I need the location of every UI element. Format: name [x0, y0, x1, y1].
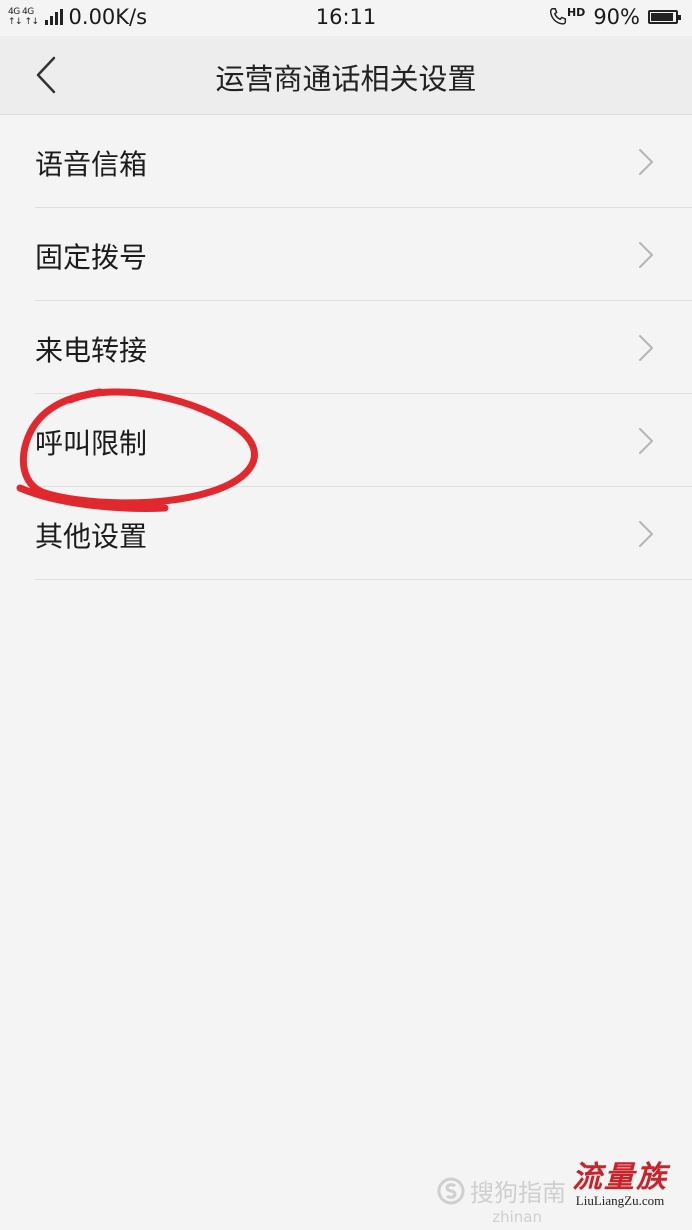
watermark-brand-text: 流量族 — [572, 1160, 668, 1195]
menu-item-call-forwarding[interactable]: 来电转接 — [0, 301, 692, 394]
battery-icon — [648, 10, 681, 24]
chevron-right-icon — [639, 149, 653, 175]
battery-percent: 90% — [593, 5, 640, 29]
battery-fill — [651, 13, 673, 21]
chevron-right-icon — [639, 335, 653, 361]
watermark-guide-sub: zhinan — [492, 1208, 542, 1226]
menu-item-fixed-dialing[interactable]: 固定拨号 — [0, 208, 692, 301]
chevron-right-icon — [639, 242, 653, 268]
divider — [35, 579, 692, 580]
watermark: 搜狗指南 流量族 LiuLiangZu.com — [436, 1162, 668, 1208]
menu-item-label: 呼叫限制 — [35, 427, 148, 460]
watermark-brand: 流量族 LiuLiangZu.com — [572, 1162, 668, 1208]
watermark-brand-url: LiuLiangZu.com — [575, 1193, 665, 1208]
page-title: 运营商通话相关设置 — [215, 62, 477, 96]
hd-call-icon: HD — [547, 6, 585, 28]
menu-item-label: 来电转接 — [35, 334, 148, 367]
menu-item-call-barring[interactable]: 呼叫限制 — [0, 394, 692, 487]
chevron-right-icon — [639, 428, 653, 454]
status-bar: 4G 4G ↑↓ ↑↓ 0.00K/s 16:11 HD 90% — [0, 0, 692, 36]
menu-item-voicemail[interactable]: 语音信箱 — [0, 115, 692, 208]
hd-label: HD — [566, 6, 586, 19]
menu-item-label: 其他设置 — [35, 520, 148, 553]
settings-list: 语音信箱 固定拨号 来电转接 呼叫限制 其他设置 — [0, 115, 692, 580]
chevron-right-icon — [639, 521, 653, 547]
watermark-guide-text: 搜狗指南 — [470, 1179, 566, 1207]
status-right: HD 90% — [547, 5, 681, 29]
watermark-guide: 搜狗指南 — [436, 1173, 566, 1208]
menu-item-label: 语音信箱 — [35, 148, 148, 181]
menu-item-other-settings[interactable]: 其他设置 — [0, 487, 692, 580]
menu-item-label: 固定拨号 — [35, 241, 148, 274]
search-logo-icon — [437, 1177, 465, 1204]
title-bar: 运营商通话相关设置 — [0, 36, 692, 115]
